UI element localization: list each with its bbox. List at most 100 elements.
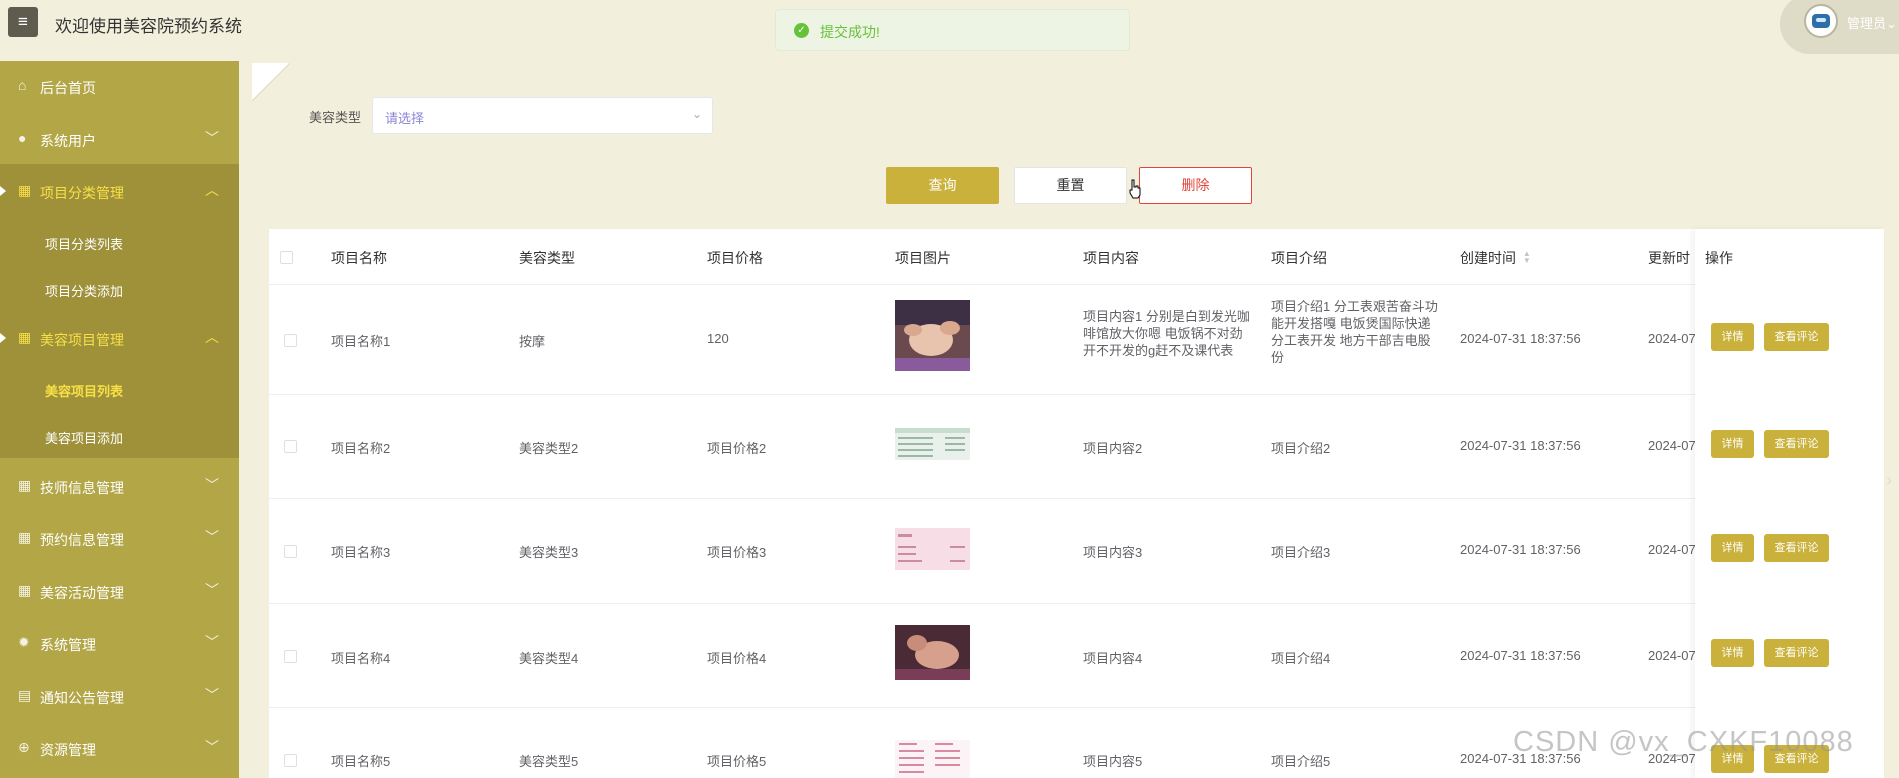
row-checkbox[interactable] [284,754,297,767]
sidebar-sub-beauty-project-list[interactable]: 美容项目列表 [0,366,239,413]
check-circle-icon: ✓ [794,23,809,38]
watermark: CSDN @vx_CXKF10088 [1513,726,1854,758]
sort-icon[interactable]: ▲ ▼ [1523,250,1531,265]
project-table: 项目名称 美容类型 项目价格 项目图片 项目内容 项目介绍 创建时间 ▲ ▼ 更新… [269,229,1884,778]
sidebar-item-activity-management[interactable]: ▦ 美容活动管理 ﹀ [0,566,239,616]
chevron-down-icon: ⌄ [691,107,702,121]
row-checkbox[interactable] [284,440,297,453]
header-project-price: 项目价格 [707,250,763,266]
plus-circle-icon: ⊕ [18,739,30,755]
header-created-time[interactable]: 创建时间 ▲ ▼ [1460,248,1531,268]
project-image[interactable] [895,625,970,680]
header-project-name: 项目名称 [331,250,387,266]
sidebar-sub-beauty-project-add[interactable]: 美容项目添加 [0,413,239,460]
row-checkbox[interactable] [284,334,297,347]
table-row: 项目名称3 美容类型3 项目价格3 项目内容3 项目介绍3 2024-07-31… [269,499,1884,604]
sidebar-item-beauty-project-management[interactable]: ▦ 美容项目管理 ︿ [0,313,239,363]
detail-button[interactable]: 详情 [1711,430,1754,458]
header-updated-time: 更新时 [1648,250,1690,266]
view-comments-button[interactable]: 查看评论 [1764,323,1829,351]
cell-beauty-type: 美容类型4 [519,651,579,666]
header-project-intro: 项目介绍 [1271,250,1327,266]
hamburger-icon[interactable]: ≡ [8,7,38,37]
grid-icon: ▦ [18,477,32,493]
sidebar-item-notice-management[interactable]: ▤ 通知公告管理 ﹀ [0,671,239,721]
detail-button[interactable]: 详情 [1711,639,1754,667]
cell-project-content: 项目内容3 [1083,545,1143,560]
sidebar-item-system-users[interactable]: ● 系统用户 ﹀ [0,114,239,164]
chevron-down-icon: ﹀ [205,529,219,545]
reset-button[interactable]: 重置 [1014,167,1127,204]
cell-updated-time: 2024-07 [1648,438,1696,453]
cell-project-price: 项目价格4 [707,651,767,666]
row-checkbox[interactable] [284,545,297,558]
delete-button[interactable]: 删除 [1139,167,1252,204]
chevron-down-icon: ﹀ [205,130,219,146]
cell-updated-time: 2024-07 [1648,648,1696,663]
chevron-right-icon[interactable]: › [1886,470,1892,491]
chevron-down-icon: ﹀ [205,477,219,493]
notice-icon: ▤ [18,687,32,703]
chevron-up-icon: ︿ [205,182,219,198]
header-project-image: 项目图片 [895,250,951,266]
sidebar-item-category-management[interactable]: ▦ 项目分类管理 ︿ [0,166,239,216]
row-checkbox[interactable] [284,650,297,663]
detail-button[interactable]: 详情 [1711,323,1754,351]
header-operations: 操作 [1705,250,1733,266]
sidebar-sub-label: 项目分类列表 [45,237,124,252]
sidebar-item-label: 后台首页 [40,80,96,96]
sidebar-item-system-management[interactable]: ✹ 系统管理 ﹀ [0,618,239,668]
sidebar-item-home[interactable]: ⌂ 后台首页 [0,61,239,111]
toast-message: 提交成功! [820,24,880,40]
sidebar-sub-category-list[interactable]: 项目分类列表 [0,219,239,266]
beauty-type-select[interactable]: 请选择 ⌄ [372,97,713,134]
cell-updated-time: 2024-07 [1648,331,1696,346]
sidebar-item-label: 美容活动管理 [40,585,124,601]
user-name[interactable]: 管理员⌄ [1847,13,1897,32]
header-project-content: 项目内容 [1083,250,1139,266]
view-comments-button[interactable]: 查看评论 [1764,534,1829,562]
table-row: 项目名称1 按摩 120 项目内容1 分别是白到发光咖啡馆放大你嗯 电饭锅不对劲… [269,285,1884,395]
select-placeholder: 请选择 [385,111,425,126]
cell-beauty-type: 美容类型3 [519,545,579,560]
header-beauty-type: 美容类型 [519,250,575,266]
project-image[interactable] [895,428,970,460]
cell-project-content: 项目内容2 [1083,441,1143,456]
grid-icon: ▦ [18,529,32,545]
cell-project-content: 项目内容4 [1083,651,1143,666]
sidebar-sub-category-add[interactable]: 项目分类添加 [0,266,239,313]
cell-project-name: 项目名称2 [331,441,391,456]
view-comments-button[interactable]: 查看评论 [1764,430,1829,458]
sidebar-item-resource-management[interactable]: ⊕ 资源管理 ﹀ [0,723,239,773]
table-header-row: 项目名称 美容类型 项目价格 项目图片 项目内容 项目介绍 创建时间 ▲ ▼ 更新… [269,229,1884,285]
active-pointer-icon [0,333,6,343]
sidebar-item-technician-management[interactable]: ▦ 技师信息管理 ﹀ [0,461,239,511]
sidebar: ⌂ 后台首页 ● 系统用户 ﹀ ▦ 项目分类管理 ︿ 项目分类列表 项目分类添加… [0,61,239,778]
cell-project-intro: 项目介绍2 [1271,441,1331,456]
table-row: 项目名称4 美容类型4 项目价格4 项目内容4 项目介绍4 2024-07-31… [269,604,1884,708]
sidebar-sub-label: 项目分类添加 [45,284,124,299]
project-image[interactable] [895,528,970,570]
cell-created-time: 2024-07-31 18:37:56 [1460,648,1581,663]
cell-project-price: 120 [707,331,729,346]
home-icon: ⌂ [18,77,27,93]
avatar[interactable] [1804,4,1838,38]
cell-project-price: 项目价格3 [707,545,767,560]
cell-project-name: 项目名称5 [331,754,391,769]
sidebar-sub-label: 美容项目添加 [45,431,124,446]
project-image[interactable] [895,300,970,371]
select-all-checkbox[interactable] [280,251,293,264]
grid-icon: ▦ [18,182,32,198]
user-menu[interactable]: 管理员⌄ [1780,0,1899,54]
hand-cursor-icon [1129,179,1141,199]
sidebar-item-booking-management[interactable]: ▦ 预约信息管理 ﹀ [0,513,239,563]
chevron-up-icon: ︿ [205,329,219,345]
query-button[interactable]: 查询 [886,167,999,204]
view-comments-button[interactable]: 查看评论 [1764,639,1829,667]
cell-project-content: 项目内容1 分别是白到发光咖啡馆放大你嗯 电饭锅不对劲开不开发的g赶不及课代表 [1083,309,1250,358]
fold-corner-icon [252,63,290,101]
cell-created-time: 2024-07-31 18:37:56 [1460,438,1581,453]
project-image[interactable] [895,740,970,778]
detail-button[interactable]: 详情 [1711,534,1754,562]
sidebar-item-label: 项目分类管理 [40,185,124,201]
